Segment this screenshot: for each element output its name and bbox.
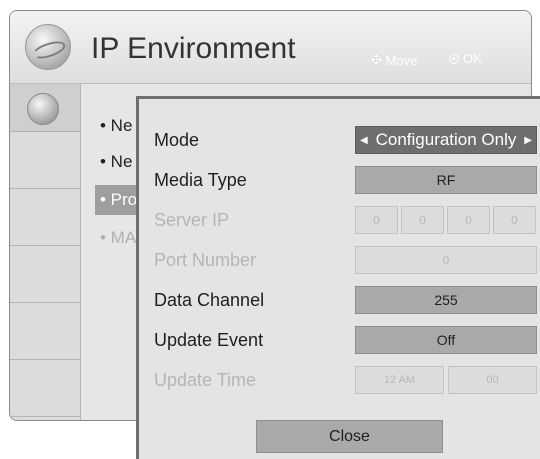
arrow-left-icon[interactable]: ◀ xyxy=(360,135,368,146)
ok-hint: OK xyxy=(449,51,482,66)
mode-value: Configuration Only xyxy=(375,130,517,149)
arrow-right-icon[interactable]: ▶ xyxy=(524,135,532,146)
globe-icon xyxy=(27,93,59,125)
server-ip-octet-3: 0 xyxy=(447,206,490,234)
port-number-row: Port Number 0 xyxy=(139,242,540,278)
sidebar-item-network[interactable] xyxy=(10,84,80,132)
port-number-field: 0 xyxy=(355,246,537,274)
server-ip-octet-1: 0 xyxy=(355,206,398,234)
ip-settings-dialog: Mode ◀ Configuration Only ▶ Media Type R… xyxy=(136,96,540,459)
globe-icon xyxy=(25,24,71,70)
sidebar-cell xyxy=(10,132,80,189)
sidebar-cell xyxy=(10,303,80,360)
sidebar-cell xyxy=(10,189,80,246)
server-ip-octet-2: 0 xyxy=(401,206,444,234)
data-channel-label: Data Channel xyxy=(154,290,265,310)
update-event-row: Update Event Off xyxy=(139,322,540,358)
move-hint-label: Move xyxy=(385,52,418,68)
media-type-field[interactable]: RF xyxy=(355,166,537,194)
server-ip-row: Server IP 0 0 0 0 xyxy=(139,202,540,238)
update-time-row: Update Time 12 AM 00 xyxy=(139,362,540,398)
media-type-row: Media Type RF xyxy=(139,162,540,198)
directional-pad-icon: ✥ xyxy=(370,52,383,69)
server-ip-label: Server IP xyxy=(154,210,230,230)
sidebar-cell xyxy=(10,360,80,417)
update-time-label: Update Time xyxy=(154,370,257,390)
mode-selector[interactable]: ◀ Configuration Only ▶ xyxy=(355,126,537,154)
media-type-label: Media Type xyxy=(154,170,247,190)
port-number-label: Port Number xyxy=(154,250,257,270)
panel-header: IP Environment ✥ Move OK xyxy=(10,11,531,84)
ok-button-icon xyxy=(449,53,459,64)
update-event-field[interactable]: Off xyxy=(355,326,537,354)
ok-hint-label: OK xyxy=(463,51,482,66)
data-channel-field[interactable]: 255 xyxy=(355,286,537,314)
move-hint: ✥ Move xyxy=(370,51,417,69)
sidebar-cell xyxy=(10,246,80,303)
close-button[interactable]: Close xyxy=(256,420,443,453)
mode-row: Mode ◀ Configuration Only ▶ xyxy=(139,122,540,158)
update-time-hour: 12 AM xyxy=(355,366,444,394)
update-event-label: Update Event xyxy=(154,330,264,350)
data-channel-row: Data Channel 255 xyxy=(139,282,540,318)
sidebar-column xyxy=(10,84,81,420)
update-time-minute: 00 xyxy=(448,366,537,394)
server-ip-octet-4: 0 xyxy=(493,206,536,234)
page-title: IP Environment xyxy=(91,32,296,65)
mode-label: Mode xyxy=(154,130,200,150)
